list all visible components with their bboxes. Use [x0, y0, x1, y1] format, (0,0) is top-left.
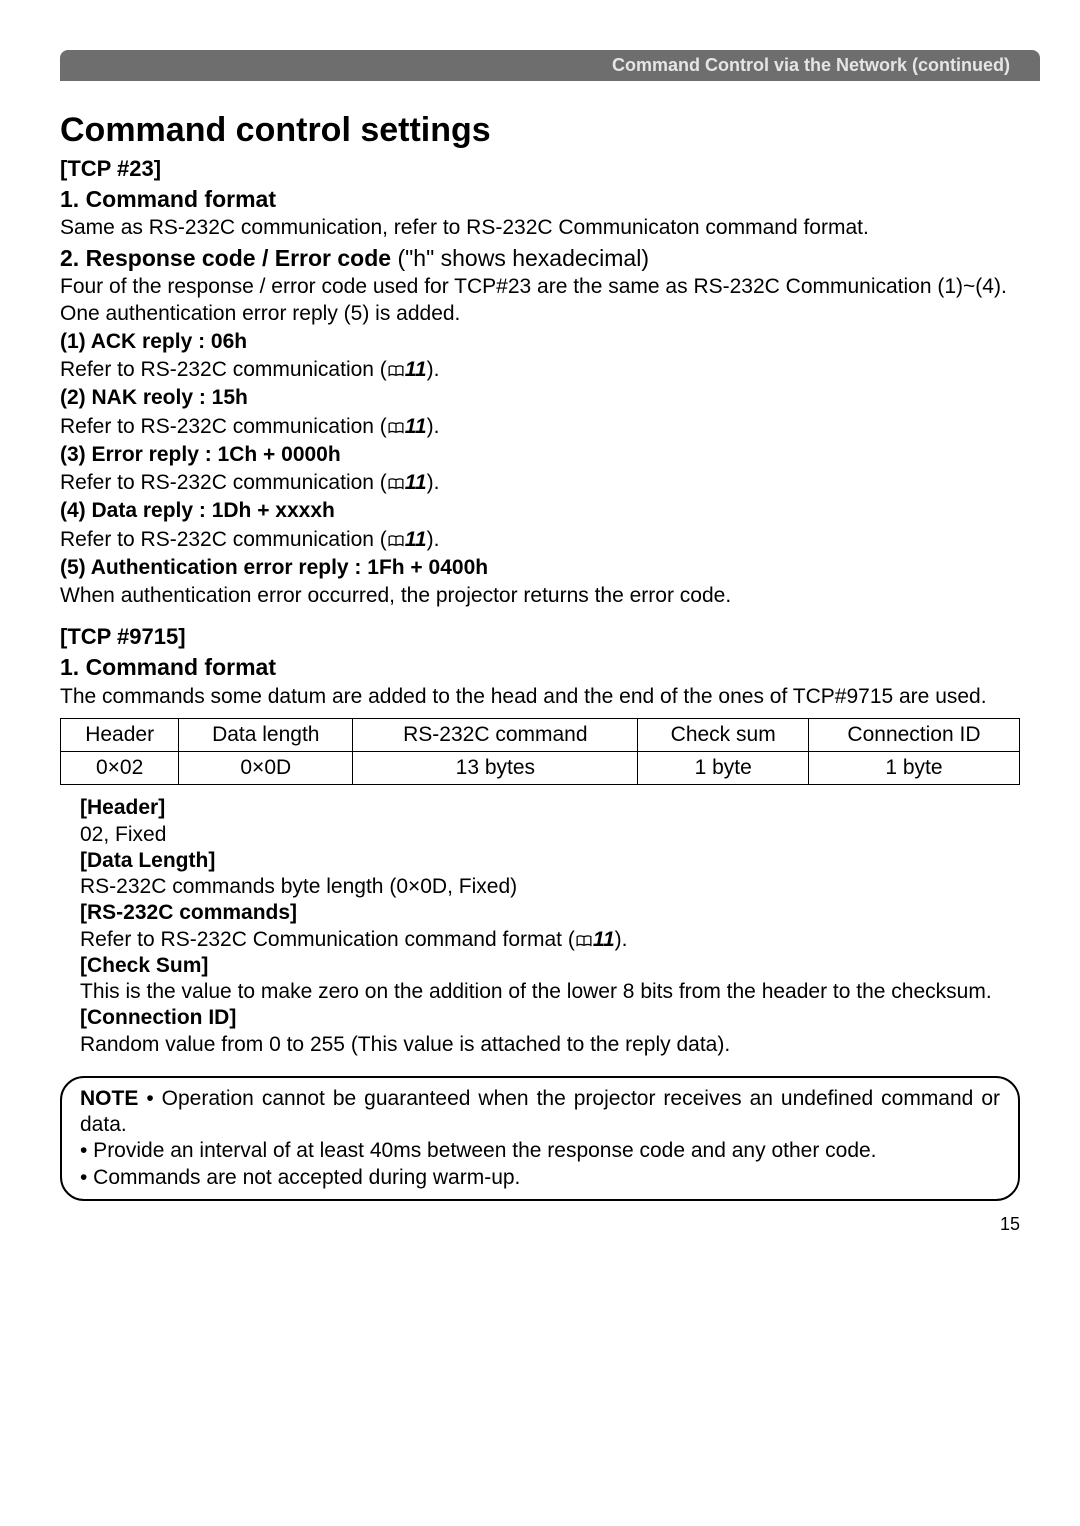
- def-datalength-title: [Data Length]: [80, 848, 1020, 874]
- note-label: NOTE: [80, 1087, 138, 1110]
- reply-4-ref: 11: [405, 528, 427, 551]
- reply-1-head: (1) ACK reply : 06h: [60, 329, 1020, 355]
- def-connid-title: [Connection ID]: [80, 1005, 1020, 1031]
- td-checksum: 1 byte: [638, 752, 809, 785]
- book-icon: [387, 365, 405, 377]
- reply-item-2: (2) NAK reoly : 15h Refer to RS-232C com…: [60, 385, 1020, 440]
- th-datalength: Data length: [179, 718, 353, 751]
- def-connid-body: Random value from 0 to 255 (This value i…: [80, 1032, 1020, 1058]
- def-checksum-body: This is the value to make zero on the ad…: [80, 979, 1020, 1005]
- page-number: 15: [60, 1213, 1020, 1236]
- th-rs232c: RS-232C command: [353, 718, 638, 751]
- td-connid: 1 byte: [808, 752, 1019, 785]
- book-icon: [387, 422, 405, 434]
- field-definitions: [Header] 02, Fixed [Data Length] RS-232C…: [80, 795, 1020, 1058]
- reply-2-pre: Refer to RS-232C communication (: [60, 415, 387, 438]
- def-header-body: 02, Fixed: [80, 822, 1020, 848]
- def-rs232c-body: Refer to RS-232C Communication command f…: [80, 927, 1020, 953]
- reply-5-body: When authentication error occurred, the …: [60, 583, 1020, 609]
- note-line-2: • Provide an interval of at least 40ms b…: [80, 1138, 1000, 1164]
- td-header: 0×02: [61, 752, 179, 785]
- sub-command-format-1: 1. Command format: [60, 185, 1020, 214]
- reply-2-ref: 11: [405, 415, 427, 438]
- th-checksum: Check sum: [638, 718, 809, 751]
- command-format-body: Same as RS-232C communication, refer to …: [60, 215, 1020, 241]
- reply-item-3: (3) Error reply : 1Ch + 0000h Refer to R…: [60, 442, 1020, 497]
- td-datalength: 0×0D: [179, 752, 353, 785]
- table-row: 0×02 0×0D 13 bytes 1 byte 1 byte: [61, 752, 1020, 785]
- note-line-3: • Commands are not accepted during warm-…: [80, 1165, 1000, 1191]
- section-banner: Command Control via the Network (continu…: [60, 50, 1040, 81]
- reply-1-ref: 11: [405, 358, 427, 381]
- table-row: Header Data length RS-232C command Check…: [61, 718, 1020, 751]
- def-rs232c-title: [RS-232C commands]: [80, 900, 1020, 926]
- reply-5-head: (5) Authentication error reply : 1Fh + 0…: [60, 555, 1020, 581]
- reply-1-body: Refer to RS-232C communication ( 11).: [60, 357, 1020, 383]
- note-box: NOTE • Operation cannot be guaranteed wh…: [60, 1076, 1020, 1201]
- reply-4-body: Refer to RS-232C communication ( 11).: [60, 527, 1020, 553]
- sub-response-code-label: 2. Response code / Error code: [60, 245, 391, 271]
- reply-2-body: Refer to RS-232C communication ( 11).: [60, 414, 1020, 440]
- reply-4-post: ).: [427, 528, 440, 551]
- reply-3-body: Refer to RS-232C communication ( 11).: [60, 470, 1020, 496]
- def-rs232c-post: ).: [615, 928, 628, 951]
- reply-4-head: (4) Data reply : 1Dh + xxxxh: [60, 498, 1020, 524]
- def-checksum-title: [Check Sum]: [80, 953, 1020, 979]
- sub-response-code: 2. Response code / Error code ("h" shows…: [60, 244, 1020, 273]
- response-code-body: Four of the response / error code used f…: [60, 274, 1020, 327]
- reply-2-post: ).: [427, 415, 440, 438]
- reply-3-pre: Refer to RS-232C communication (: [60, 471, 387, 494]
- packet-structure-table: Header Data length RS-232C command Check…: [60, 718, 1020, 786]
- reply-1-post: ).: [427, 358, 440, 381]
- def-header-title: [Header]: [80, 795, 1020, 821]
- reply-item-4: (4) Data reply : 1Dh + xxxxh Refer to RS…: [60, 498, 1020, 553]
- th-connid: Connection ID: [808, 718, 1019, 751]
- reply-2-head: (2) NAK reoly : 15h: [60, 385, 1020, 411]
- reply-3-head: (3) Error reply : 1Ch + 0000h: [60, 442, 1020, 468]
- sub-command-format-2: 1. Command format: [60, 653, 1020, 682]
- book-icon: [575, 935, 593, 947]
- page-title: Command control settings: [60, 109, 1020, 152]
- command-format-2-body: The commands some datum are added to the…: [60, 684, 1020, 710]
- book-icon: [387, 478, 405, 490]
- reply-3-post: ).: [427, 471, 440, 494]
- def-rs232c-pre: Refer to RS-232C Communication command f…: [80, 928, 575, 951]
- reply-item-5: (5) Authentication error reply : 1Fh + 0…: [60, 555, 1020, 610]
- note-1-text: • Operation cannot be guaranteed when th…: [80, 1087, 1000, 1136]
- reply-item-1: (1) ACK reply : 06h Refer to RS-232C com…: [60, 329, 1020, 384]
- tcp23-heading: [TCP #23]: [60, 155, 1020, 183]
- page-content: Command Control via the Network (continu…: [0, 0, 1080, 1275]
- reply-3-ref: 11: [405, 471, 427, 494]
- th-header: Header: [61, 718, 179, 751]
- td-rs232c: 13 bytes: [353, 752, 638, 785]
- book-icon: [387, 535, 405, 547]
- def-rs232c-ref: 11: [593, 928, 615, 951]
- sub-response-code-tail: ("h" shows hexadecimal): [391, 245, 649, 271]
- def-datalength-body: RS-232C commands byte length (0×0D, Fixe…: [80, 874, 1020, 900]
- tcp9715-heading: [TCP #9715]: [60, 623, 1020, 651]
- reply-4-pre: Refer to RS-232C communication (: [60, 528, 387, 551]
- note-line-1: NOTE • Operation cannot be guaranteed wh…: [80, 1086, 1000, 1139]
- reply-1-pre: Refer to RS-232C communication (: [60, 358, 387, 381]
